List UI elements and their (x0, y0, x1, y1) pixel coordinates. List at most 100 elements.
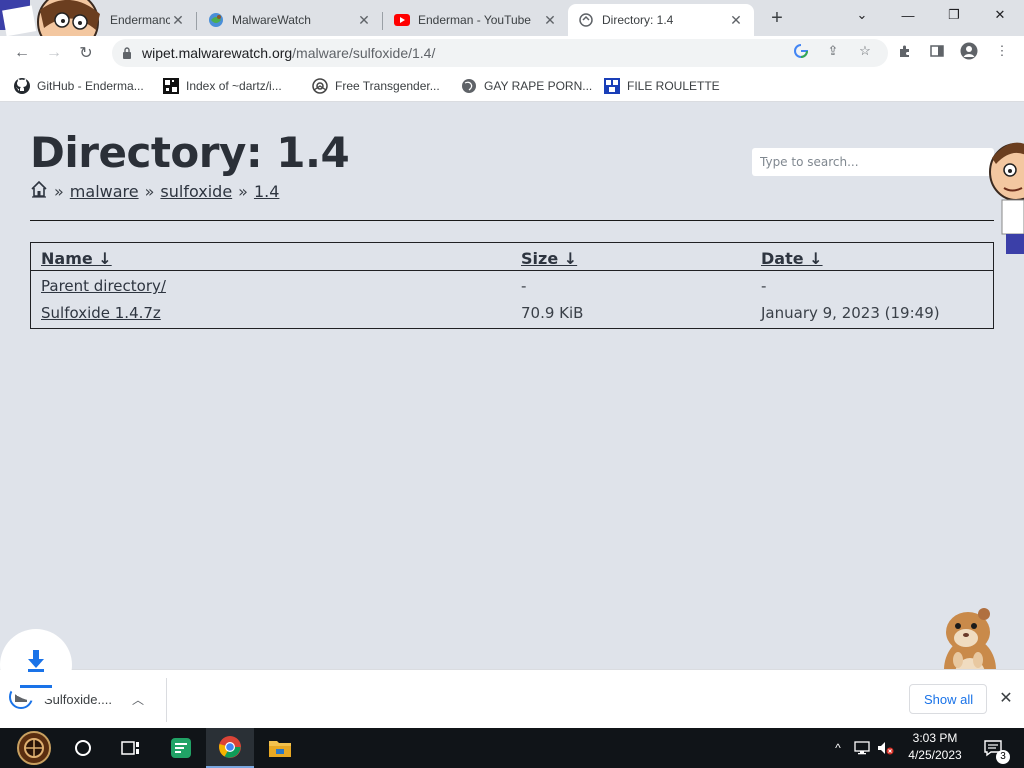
download-arrow-icon (24, 649, 48, 673)
column-header-name[interactable]: Name ↓ (41, 249, 112, 268)
notification-count-badge: 3 (996, 750, 1010, 764)
share-icon[interactable]: ⇪ (824, 42, 842, 60)
page-title: Directory: 1.4 (30, 128, 350, 177)
search-button[interactable] (59, 728, 107, 768)
new-tab-button[interactable]: + (766, 8, 788, 30)
breadcrumb-separator: » (54, 181, 64, 201)
tab-title: Enderman - YouTube (418, 13, 531, 27)
table-row: Parent directory/ - - (31, 272, 993, 299)
bookmark-label: Free Transgender... (335, 79, 440, 93)
chevron-up-icon[interactable]: ^ (830, 728, 846, 768)
file-size: - (521, 277, 527, 295)
breadcrumb-link-sulfoxide[interactable]: sulfoxide (160, 182, 232, 201)
breadcrumb: » malware » sulfoxide » 1.4 (30, 180, 279, 202)
chrome-icon (219, 736, 241, 758)
start-button[interactable] (10, 728, 58, 768)
folder-icon (269, 741, 291, 757)
forward-button[interactable]: → (43, 42, 65, 64)
close-icon[interactable]: ✕ (728, 12, 744, 28)
close-icon[interactable]: ✕ (542, 12, 558, 28)
table-row: Sulfoxide 1.4.7z 70.9 KiB January 9, 202… (31, 299, 993, 326)
page-content: Directory: 1.4 » malware » sulfoxide » 1… (0, 102, 1024, 669)
close-icon[interactable]: ✕ (996, 689, 1016, 709)
bookmark-item[interactable]: FILE ROULETTE (604, 76, 720, 96)
breadcrumb-link-malware[interactable]: malware (70, 182, 139, 201)
hamster-mascot-icon (944, 608, 996, 669)
bookmark-star-icon[interactable]: ☆ (856, 42, 874, 60)
close-icon[interactable]: ✕ (170, 12, 186, 28)
breadcrumb-separator: » (238, 181, 248, 201)
bookmark-item[interactable]: Free Transgender... (312, 76, 440, 96)
column-header-date[interactable]: Date ↓ (761, 249, 823, 268)
minimize-button[interactable]: — (888, 4, 928, 26)
divider (30, 220, 994, 221)
side-panel-icon[interactable] (928, 42, 946, 60)
extensions-icon[interactable] (896, 42, 914, 60)
search-input[interactable] (752, 148, 994, 176)
close-window-button[interactable]: ✕ (980, 4, 1020, 26)
bookmark-label: FILE ROULETTE (627, 79, 720, 93)
tab-search-chevron-icon[interactable]: ⌄ (842, 4, 882, 26)
tab-separator (196, 12, 197, 30)
globe-icon (462, 79, 476, 93)
menu-kebab-icon[interactable]: ⋮ (993, 42, 1011, 60)
profile-avatar-icon[interactable] (960, 42, 978, 60)
green-app-icon (171, 738, 191, 758)
bookmarks-bar: GitHub - Enderma... Index of ~dartz/i...… (0, 70, 1024, 102)
tab-directory[interactable]: Directory: 1.4 ✕ (568, 4, 754, 36)
breadcrumb-separator: » (144, 181, 155, 201)
file-size: 70.9 KiB (521, 304, 584, 322)
address-bar[interactable]: wipet.malwarewatch.org/malware/sulfoxide… (112, 39, 888, 67)
column-header-size[interactable]: Size ↓ (521, 249, 577, 268)
reload-button[interactable]: ↻ (75, 42, 97, 64)
home-icon[interactable] (30, 180, 48, 202)
index-favicon-icon (163, 78, 179, 94)
file-listing-table: Name ↓ Size ↓ Date ↓ Parent directory/ -… (30, 242, 994, 329)
breadcrumb-link-current[interactable]: 1.4 (254, 182, 279, 201)
taskbar-app-sheets[interactable] (157, 728, 205, 768)
tab-endermanch[interactable]: Endermanch ✕ (100, 4, 196, 36)
youtube-favicon-icon (394, 12, 410, 28)
url-text: wipet.malwarewatch.org/malware/sulfoxide… (142, 45, 435, 61)
tab-title: Endermanch (110, 13, 170, 27)
bookmark-label: GAY RAPE PORN... (484, 79, 593, 93)
google-lens-icon[interactable] (792, 42, 810, 60)
search-circle-icon (75, 740, 91, 756)
system-clock[interactable]: 3:03 PM 4/25/2023 (896, 730, 974, 766)
parent-directory-link[interactable]: Parent directory/ (41, 277, 166, 295)
back-button[interactable]: ← (11, 42, 33, 64)
divider (166, 678, 167, 722)
bookmark-item[interactable]: Index of ~dartz/i... (163, 76, 282, 96)
network-icon[interactable] (852, 728, 872, 768)
tab-malwarewatch[interactable]: MalwareWatch ✕ (198, 4, 382, 36)
volume-muted-icon[interactable] (876, 728, 896, 768)
url-path: /malware/sulfoxide/1.4/ (292, 45, 436, 61)
bookmark-label: Index of ~dartz/i... (186, 79, 282, 93)
bookmark-item[interactable]: GAY RAPE PORN... (461, 76, 592, 96)
file-date: - (761, 277, 767, 295)
bookmark-item[interactable]: GitHub - Enderma... (14, 76, 144, 96)
chevron-up-icon[interactable]: ︿ (132, 691, 144, 708)
download-progress-bar (20, 685, 52, 688)
show-all-button[interactable]: Show all (909, 684, 987, 714)
tab-youtube[interactable]: Enderman - YouTube ✕ (384, 4, 568, 36)
malwarewatch-favicon-icon (208, 12, 224, 28)
download-bar: Sulfoxide.... ︿ Show all ✕ (0, 669, 1024, 728)
tab-strip: Endermanch ✕ MalwareWatch ✕ Enderman - Y… (0, 0, 1024, 53)
directory-favicon-icon (578, 12, 594, 28)
github-icon (14, 78, 30, 94)
windows-taskbar: ^ 3:03 PM 4/25/2023 3 (0, 728, 1024, 768)
mascot-face-icon (989, 142, 1024, 254)
spiral-favicon-icon (312, 78, 328, 94)
taskbar-app-chrome[interactable] (206, 728, 254, 768)
taskbar-app-file-explorer[interactable] (256, 728, 304, 768)
task-view-button[interactable] (107, 728, 155, 768)
lock-icon[interactable] (120, 46, 134, 60)
tab-title: MalwareWatch (232, 13, 311, 27)
task-view-icon (121, 741, 139, 755)
table-header-row: Name ↓ Size ↓ Date ↓ (31, 243, 993, 271)
close-icon[interactable]: ✕ (356, 12, 372, 28)
file-link[interactable]: Sulfoxide 1.4.7z (41, 304, 161, 322)
file-roulette-favicon-icon (604, 78, 620, 94)
restore-button[interactable]: ❐ (934, 4, 974, 26)
